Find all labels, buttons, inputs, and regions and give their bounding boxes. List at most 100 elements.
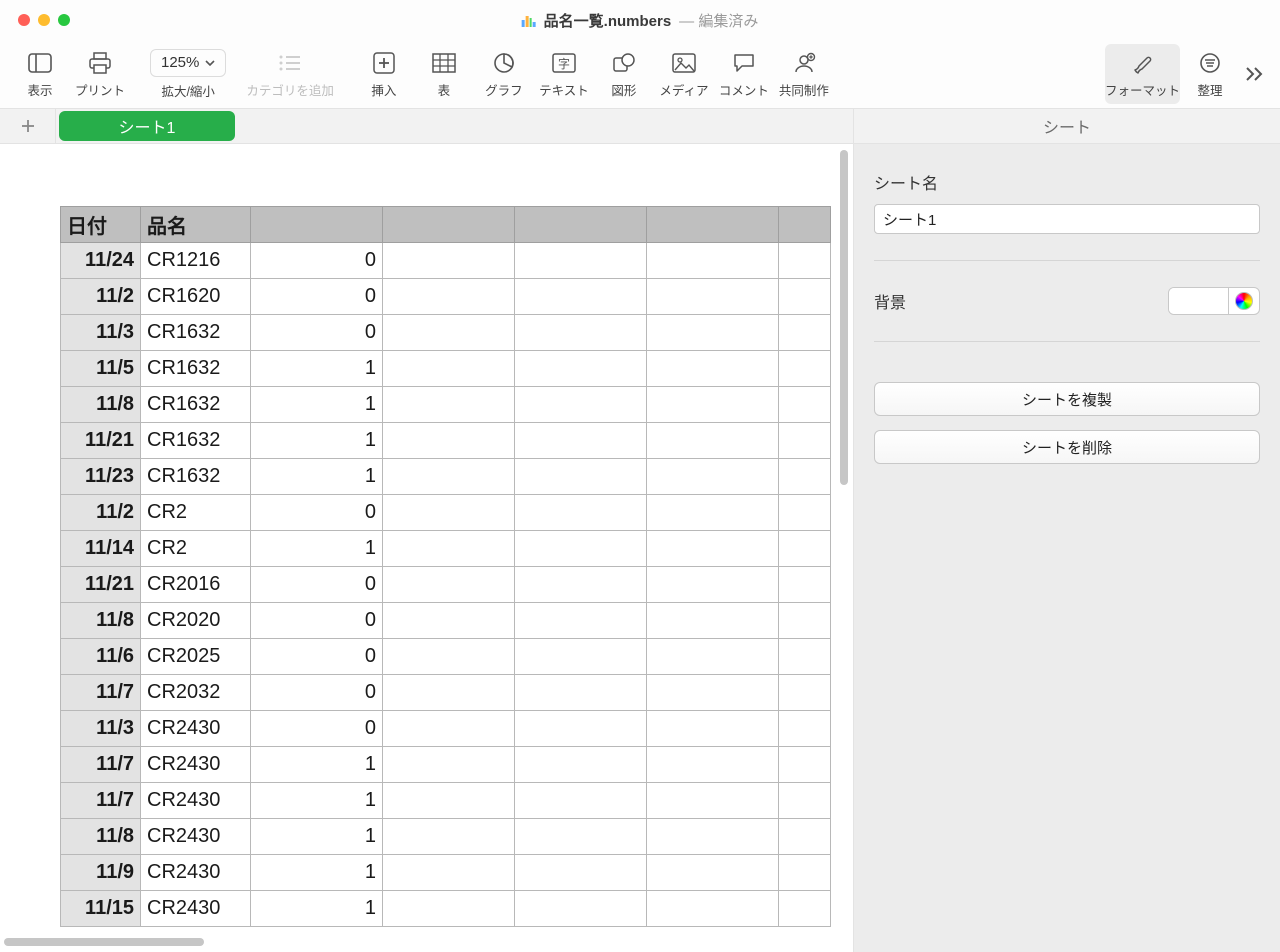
cell-value[interactable]: 1 (251, 531, 383, 567)
cell-empty[interactable] (647, 567, 779, 603)
cell-date[interactable]: 11/2 (61, 279, 141, 315)
cell-empty[interactable] (647, 639, 779, 675)
cell-date[interactable]: 11/7 (61, 675, 141, 711)
cell-empty[interactable] (383, 639, 515, 675)
cell-empty[interactable] (647, 315, 779, 351)
organize-button[interactable]: 整理 (1180, 44, 1240, 104)
cell-empty[interactable] (647, 243, 779, 279)
table-row[interactable]: 11/8CR20200 (61, 603, 831, 639)
cell-empty[interactable] (647, 855, 779, 891)
cell-empty[interactable] (383, 711, 515, 747)
cell-empty[interactable] (515, 711, 647, 747)
cell-value[interactable]: 0 (251, 675, 383, 711)
table-button[interactable]: 表 (414, 44, 474, 104)
cell-empty[interactable] (515, 459, 647, 495)
cell-date[interactable]: 11/8 (61, 819, 141, 855)
cell-name[interactable]: CR2016 (141, 567, 251, 603)
cell-empty[interactable] (383, 351, 515, 387)
cell-empty[interactable] (647, 711, 779, 747)
cell-empty[interactable] (779, 891, 831, 927)
cell-empty[interactable] (779, 783, 831, 819)
table-row[interactable]: 11/9CR24301 (61, 855, 831, 891)
cell-empty[interactable] (779, 819, 831, 855)
cell-empty[interactable] (383, 855, 515, 891)
cell-value[interactable]: 1 (251, 819, 383, 855)
cell-date[interactable]: 11/7 (61, 783, 141, 819)
col-header-5[interactable] (515, 207, 647, 243)
cell-date[interactable]: 11/2 (61, 495, 141, 531)
window-title[interactable]: 品名一覧.numbers 編集済み (522, 10, 759, 31)
cell-empty[interactable] (779, 603, 831, 639)
table-row[interactable]: 11/14CR21 (61, 531, 831, 567)
cell-name[interactable]: CR1632 (141, 351, 251, 387)
cell-name[interactable]: CR2430 (141, 855, 251, 891)
cell-date[interactable]: 11/24 (61, 243, 141, 279)
fullscreen-window-button[interactable] (58, 14, 70, 26)
cell-empty[interactable] (383, 675, 515, 711)
cell-empty[interactable] (779, 711, 831, 747)
table-header-row[interactable]: 日付 品名 (61, 207, 831, 243)
col-header-3[interactable] (251, 207, 383, 243)
table-row[interactable]: 11/7CR24301 (61, 747, 831, 783)
table-row[interactable]: 11/7CR24301 (61, 783, 831, 819)
cell-name[interactable]: CR2430 (141, 783, 251, 819)
color-picker-button[interactable] (1229, 288, 1259, 314)
cell-value[interactable]: 1 (251, 423, 383, 459)
cell-empty[interactable] (779, 279, 831, 315)
cell-value[interactable]: 1 (251, 747, 383, 783)
cell-empty[interactable] (515, 891, 647, 927)
background-color-well[interactable] (1168, 287, 1260, 315)
cell-name[interactable]: CR1620 (141, 279, 251, 315)
cell-value[interactable]: 0 (251, 243, 383, 279)
cell-name[interactable]: CR2025 (141, 639, 251, 675)
cell-empty[interactable] (383, 531, 515, 567)
col-header-6[interactable] (647, 207, 779, 243)
cell-empty[interactable] (779, 423, 831, 459)
delete-sheet-button[interactable]: シートを削除 (874, 430, 1260, 464)
color-swatch[interactable] (1169, 288, 1229, 314)
cell-empty[interactable] (647, 747, 779, 783)
cell-empty[interactable] (779, 855, 831, 891)
scrollbar-thumb[interactable] (4, 938, 204, 946)
cell-value[interactable]: 0 (251, 495, 383, 531)
col-header-7[interactable] (779, 207, 831, 243)
cell-empty[interactable] (383, 819, 515, 855)
cell-date[interactable]: 11/7 (61, 747, 141, 783)
toolbar-overflow-button[interactable] (1240, 44, 1270, 104)
cell-empty[interactable] (515, 639, 647, 675)
zoom-dropdown[interactable]: 125% (150, 49, 226, 77)
cell-value[interactable]: 1 (251, 459, 383, 495)
view-button[interactable]: 表示 (10, 44, 70, 104)
cell-date[interactable]: 11/5 (61, 351, 141, 387)
cell-name[interactable]: CR2430 (141, 891, 251, 927)
table-row[interactable]: 11/21CR20160 (61, 567, 831, 603)
close-window-button[interactable] (18, 14, 30, 26)
cell-empty[interactable] (515, 855, 647, 891)
cell-empty[interactable] (779, 387, 831, 423)
cell-empty[interactable] (647, 891, 779, 927)
insert-button[interactable]: 挿入 (354, 44, 414, 104)
table-row[interactable]: 11/3CR24300 (61, 711, 831, 747)
cell-empty[interactable] (515, 387, 647, 423)
cell-empty[interactable] (647, 387, 779, 423)
sheet-name-input[interactable] (874, 204, 1260, 234)
cell-value[interactable]: 0 (251, 639, 383, 675)
vertical-scrollbar[interactable] (837, 150, 851, 928)
cell-date[interactable]: 11/14 (61, 531, 141, 567)
cell-name[interactable]: CR2032 (141, 675, 251, 711)
cell-empty[interactable] (647, 531, 779, 567)
add-category-button[interactable]: カテゴリを追加 (246, 44, 334, 104)
table-row[interactable]: 11/3CR16320 (61, 315, 831, 351)
cell-empty[interactable] (647, 351, 779, 387)
col-header-name[interactable]: 品名 (141, 207, 251, 243)
cell-empty[interactable] (779, 531, 831, 567)
cell-date[interactable]: 11/23 (61, 459, 141, 495)
cell-name[interactable]: CR2020 (141, 603, 251, 639)
cell-date[interactable]: 11/21 (61, 423, 141, 459)
cell-value[interactable]: 0 (251, 315, 383, 351)
cell-name[interactable]: CR1632 (141, 423, 251, 459)
cell-empty[interactable] (515, 783, 647, 819)
print-button[interactable]: プリント (70, 44, 130, 104)
cell-name[interactable]: CR2 (141, 531, 251, 567)
cell-empty[interactable] (383, 891, 515, 927)
